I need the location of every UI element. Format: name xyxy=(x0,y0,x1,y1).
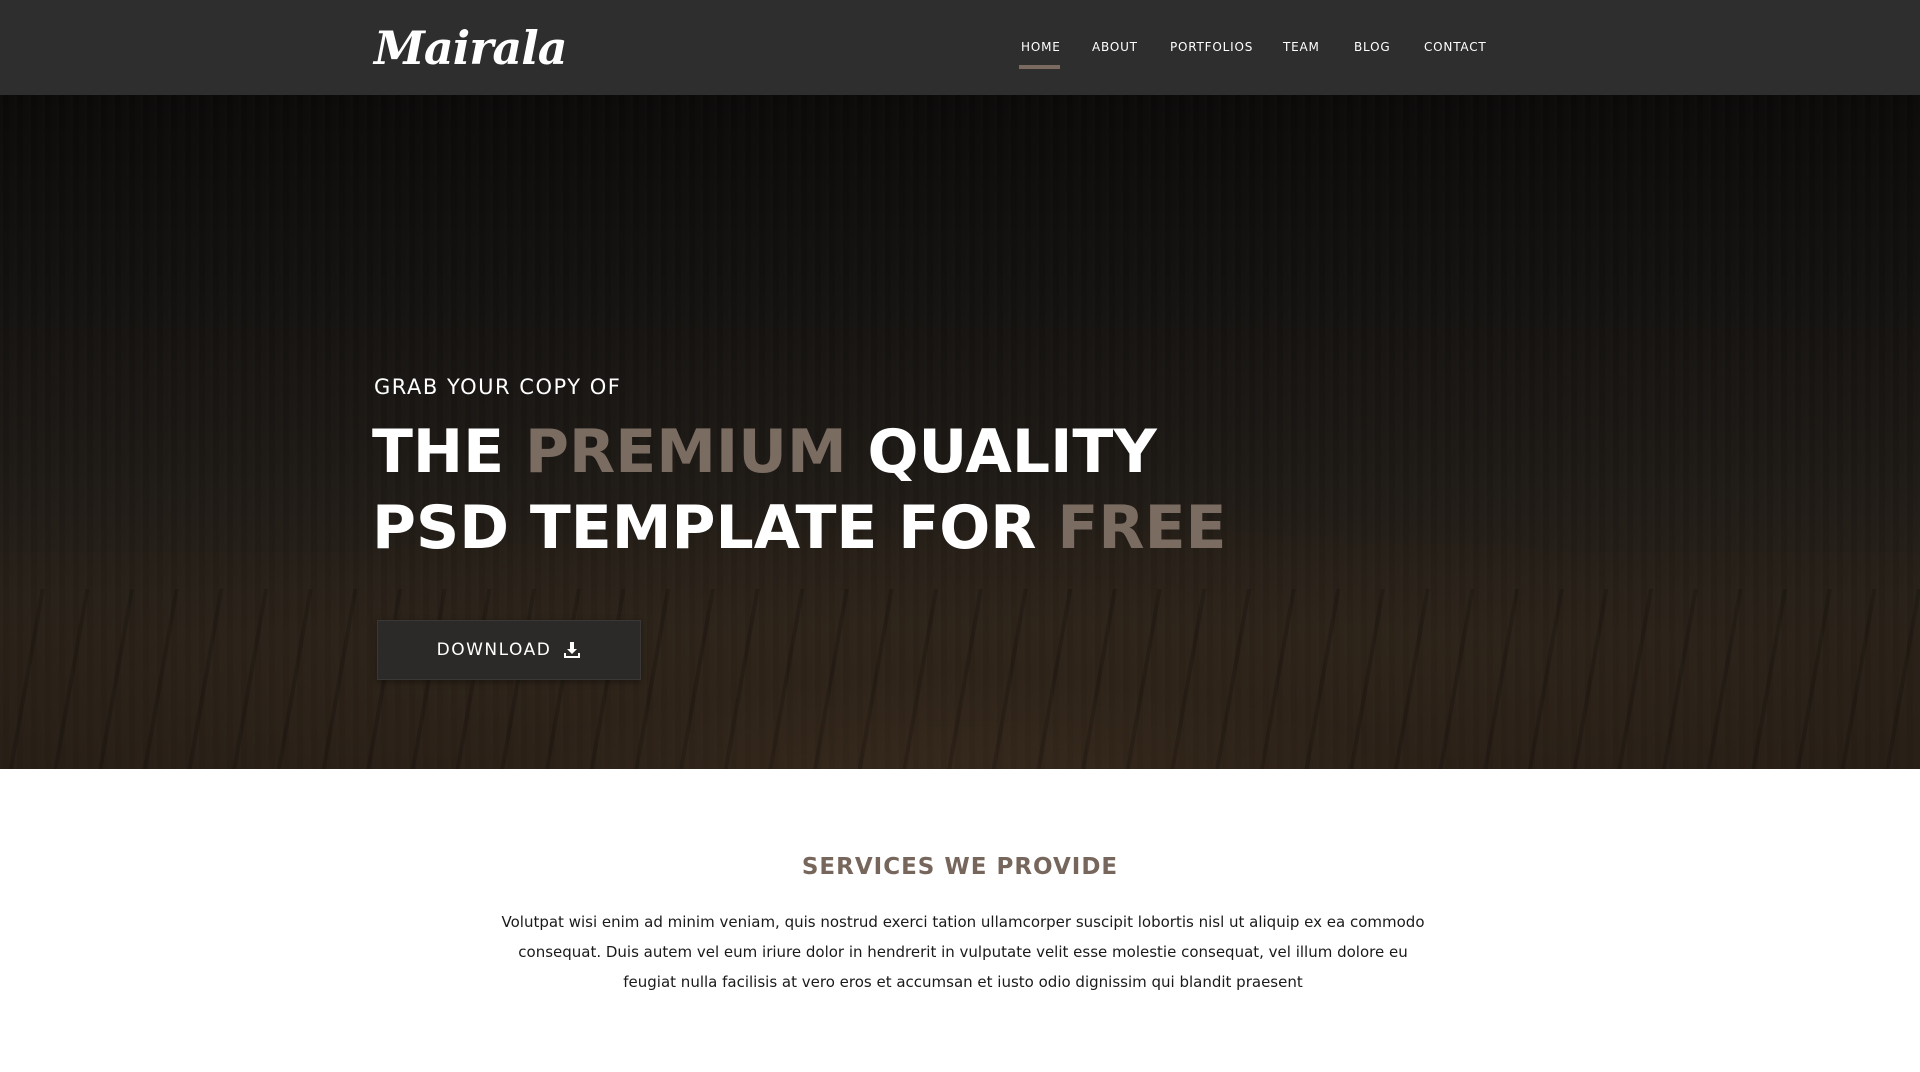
nav-item-home[interactable]: HOME xyxy=(1021,40,1061,54)
top-navbar: Mairala HOME ABOUT PORTFOLIOS TEAM BLOG … xyxy=(0,0,1920,95)
hero-line-1-part-1: THE xyxy=(372,417,526,487)
download-button[interactable]: DOWNLOAD xyxy=(377,620,641,680)
hero-headline-line-2: PSD TEMPLATE FOR FREE xyxy=(372,493,1227,563)
nav-item-contact[interactable]: CONTACT xyxy=(1424,40,1487,54)
hero-floor-texture xyxy=(0,589,1920,769)
services-description: Volutpat wisi enim ad minim veniam, quis… xyxy=(501,913,1425,991)
main-nav: HOME ABOUT PORTFOLIOS TEAM BLOG CONTACT xyxy=(0,0,1920,95)
hero-line-2-part-1: PSD TEMPLATE FOR xyxy=(372,493,1058,563)
nav-item-about[interactable]: ABOUT xyxy=(1092,40,1138,54)
hero-section: GRAB YOUR COPY OF THE PREMIUM QUALITY PS… xyxy=(0,95,1920,769)
nav-item-team[interactable]: TEAM xyxy=(1283,40,1320,54)
hero-kicker: GRAB YOUR COPY OF xyxy=(374,375,622,399)
download-button-label: DOWNLOAD xyxy=(436,640,552,660)
services-section: SERVICES WE PROVIDE Volutpat wisi enim a… xyxy=(0,769,1920,1072)
active-nav-indicator xyxy=(1019,65,1060,69)
hero-line-2-accent: FREE xyxy=(1057,493,1227,563)
nav-item-blog[interactable]: BLOG xyxy=(1354,40,1390,54)
hero-line-1-part-2: QUALITY xyxy=(846,417,1157,487)
hero-headline-line-1: THE PREMIUM QUALITY xyxy=(372,417,1157,487)
nav-item-portfolios[interactable]: PORTFOLIOS xyxy=(1170,40,1253,54)
download-icon xyxy=(563,641,581,659)
hero-line-1-accent: PREMIUM xyxy=(525,417,847,487)
services-title: SERVICES WE PROVIDE xyxy=(801,854,1119,880)
